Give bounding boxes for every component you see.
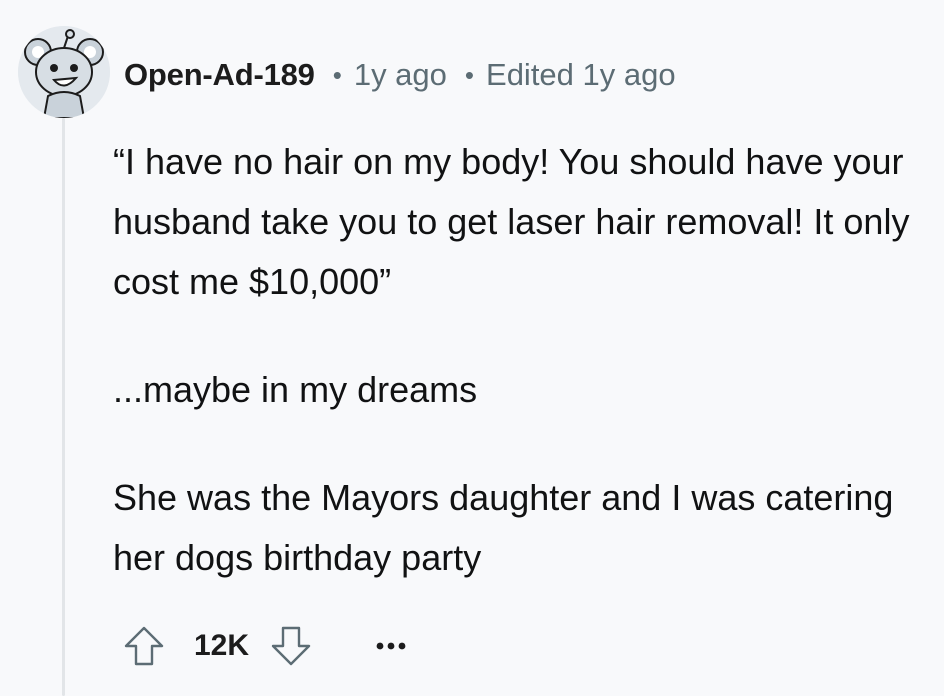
comment-paragraph: “I have no hair on my body! You should h… [113, 141, 910, 302]
edited-label: Edited 1y ago [486, 57, 676, 92]
comment-paragraph: ...maybe in my dreams [113, 369, 478, 410]
comment-body: “I have no hair on my body! You should h… [113, 132, 913, 588]
downvote-button[interactable] [267, 622, 315, 670]
more-options-button[interactable] [367, 622, 415, 670]
thread-line[interactable] [62, 118, 65, 696]
comment-age[interactable]: 1y ago [354, 57, 447, 93]
meta-separator: • [332, 59, 342, 90]
ellipsis-icon [376, 642, 406, 650]
username-link[interactable]: Open-Ad-189 [124, 57, 315, 93]
upvote-button[interactable] [120, 622, 168, 670]
avatar[interactable] [18, 26, 110, 118]
arrow-up-outline-icon [124, 626, 164, 666]
vote-score: 12K [194, 629, 250, 662]
comment: Open-Ad-189 • 1y ago • Edited 1y ago “I … [0, 0, 944, 696]
arrow-down-outline-icon [271, 626, 311, 666]
comment-header: Open-Ad-189 • 1y ago • Edited 1y ago [124, 50, 676, 100]
meta-separator: • [464, 59, 475, 90]
snoo-avatar-icon [18, 26, 110, 118]
comment-paragraph: She was the Mayors daughter and I was ca… [113, 477, 894, 578]
comment-actions: 12K [120, 618, 415, 674]
